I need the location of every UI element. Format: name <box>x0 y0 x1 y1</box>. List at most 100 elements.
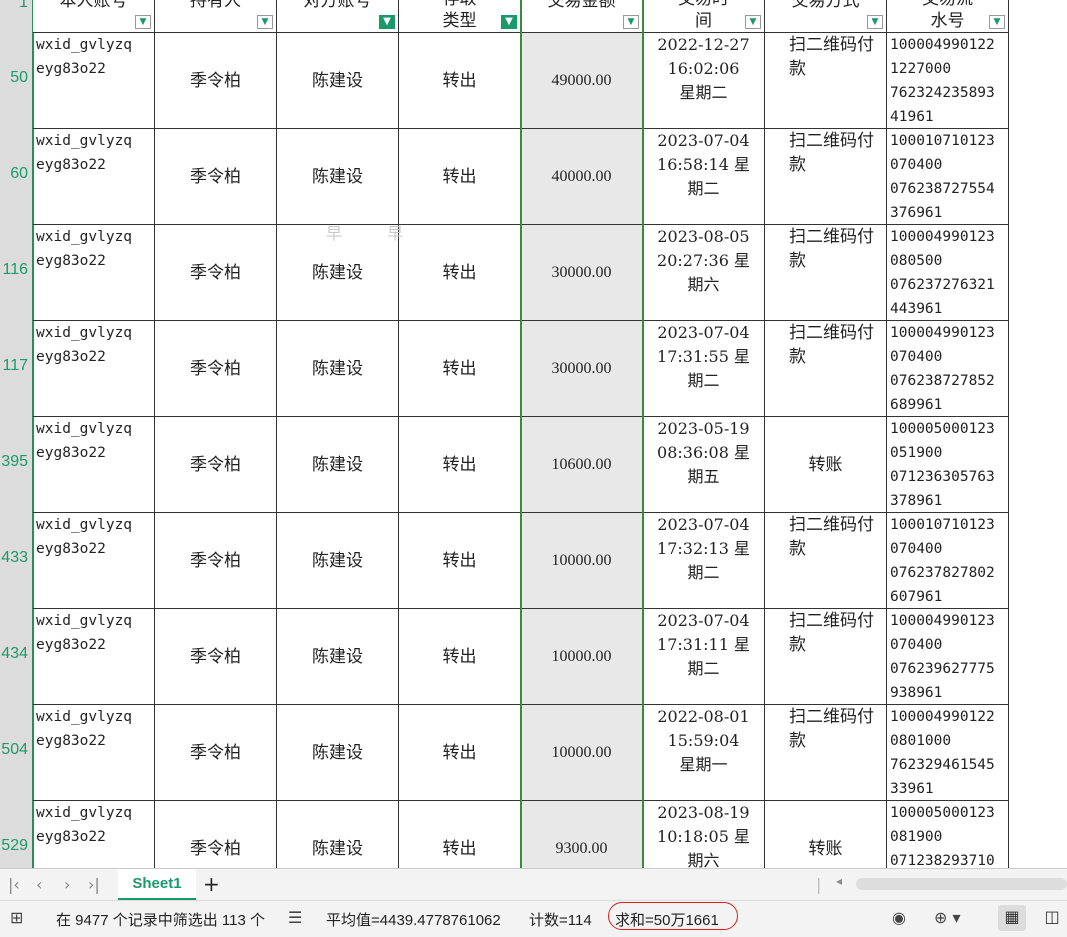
time-cell[interactable]: 2022-12-27 16:02:06 星期二 <box>643 33 765 129</box>
counterparty-cell[interactable]: 陈建设 <box>277 513 399 609</box>
page-layout-icon[interactable]: ◫ <box>1038 905 1066 931</box>
column-header-counterparty[interactable]: 对方账号 ▼ <box>277 0 399 33</box>
holder-cell[interactable]: 季令柏 <box>155 33 277 129</box>
horizontal-scrollbar[interactable] <box>856 878 1067 890</box>
holder-cell[interactable]: 季令柏 <box>155 801 277 868</box>
account-cell[interactable]: wxid_gvlyzq eyg83o22 <box>33 225 155 321</box>
method-cell[interactable]: 扫二维码付 款 <box>765 33 887 129</box>
counterparty-cell[interactable]: 陈建设 <box>277 321 399 417</box>
serial-cell[interactable]: 100004990122 1227000 762324235893 41961 <box>887 33 1009 129</box>
add-sheet-button[interactable]: + <box>203 872 220 896</box>
counterparty-cell[interactable]: 陈建设 <box>277 609 399 705</box>
filter-dropdown-icon[interactable]: ▼ <box>867 15 883 29</box>
time-cell[interactable]: 2023-08-05 20:27:36 星 期六 <box>643 225 765 321</box>
amount-cell[interactable]: 9300.00 <box>521 801 643 868</box>
serial-cell[interactable]: 100005000123 051900 071236305763 378961 <box>887 417 1009 513</box>
amount-cell[interactable]: 10000.00 <box>521 609 643 705</box>
counterparty-cell[interactable]: 陈建设 <box>277 705 399 801</box>
account-cell[interactable]: wxid_gvlyzq eyg83o22 <box>33 417 155 513</box>
row-number[interactable]: 395 <box>0 453 32 471</box>
type-cell[interactable]: 转出 <box>399 609 521 705</box>
time-cell[interactable]: 2023-07-04 17:31:55 星 期二 <box>643 321 765 417</box>
amount-cell[interactable]: 10600.00 <box>521 417 643 513</box>
method-cell[interactable]: 扫二维码付 款 <box>765 225 887 321</box>
time-cell[interactable]: 2023-07-04 17:31:11 星 期二 <box>643 609 765 705</box>
counterparty-cell[interactable]: 陈建设 <box>277 801 399 868</box>
serial-cell[interactable]: 100004990123 080500 076237276321 443961 <box>887 225 1009 321</box>
time-cell[interactable]: 2023-05-19 08:36:08 星 期五 <box>643 417 765 513</box>
row-number-header[interactable]: 1 <box>0 0 32 12</box>
counterparty-cell[interactable]: 陈建设 <box>277 33 399 129</box>
spreadsheet-grid[interactable]: 1 本人账号▼持有人▼对方账号▼存取 类型▼交易金额▼交易时 间▼交易方式▼交易… <box>0 0 1067 868</box>
normal-view-icon[interactable]: ▦ <box>998 905 1026 931</box>
method-cell[interactable]: 扫二维码付 款 <box>765 609 887 705</box>
holder-cell[interactable]: 季令柏 <box>155 609 277 705</box>
serial-cell[interactable]: 100004990122 0801000 762329461545 33961 <box>887 705 1009 801</box>
time-cell[interactable]: 2022-08-01 15:59:04 星期一 <box>643 705 765 801</box>
type-cell[interactable]: 转出 <box>399 129 521 225</box>
holder-cell[interactable]: 季令柏 <box>155 129 277 225</box>
amount-cell[interactable]: 30000.00 <box>521 321 643 417</box>
method-cell[interactable]: 扫二维码付 款 <box>765 513 887 609</box>
amount-cell[interactable]: 49000.00 <box>521 33 643 129</box>
method-cell[interactable]: 转账 <box>765 801 887 868</box>
type-cell[interactable]: 转出 <box>399 801 521 868</box>
row-number[interactable]: 60 <box>0 165 32 183</box>
column-header-time[interactable]: 交易时 间▼ <box>643 0 765 33</box>
method-cell[interactable]: 扫二维码付 款 <box>765 321 887 417</box>
sheet-tab-sheet1[interactable]: Sheet1 <box>118 869 196 900</box>
list-icon[interactable]: ☰ <box>288 908 302 927</box>
type-cell[interactable]: 转出 <box>399 705 521 801</box>
row-number[interactable]: 116 <box>0 261 32 279</box>
counterparty-cell[interactable]: 陈建设 <box>277 129 399 225</box>
column-header-account[interactable]: 本人账号 ▼ <box>33 0 155 33</box>
row-number[interactable]: 50 <box>0 69 32 87</box>
row-number[interactable]: 117 <box>0 357 32 375</box>
column-header-amount[interactable]: 交易金额 ▼ <box>521 0 643 33</box>
serial-cell[interactable]: 100005000123 081900 071238293710 <box>887 801 1009 868</box>
filter-dropdown-icon[interactable]: ▼ <box>135 15 151 29</box>
filter-active-icon[interactable]: ▼ <box>501 15 517 29</box>
filter-dropdown-icon[interactable]: ▼ <box>257 15 273 29</box>
account-cell[interactable]: wxid_gvlyzq eyg83o22 <box>33 33 155 129</box>
method-cell[interactable]: 扫二维码付 款 <box>765 129 887 225</box>
row-number[interactable]: 529 <box>0 837 32 855</box>
time-cell[interactable]: 2023-07-04 16:58:14 星 期二 <box>643 129 765 225</box>
prev-sheet-icon[interactable]: ‹ <box>36 875 42 894</box>
filter-active-icon[interactable]: ▼ <box>379 15 395 29</box>
type-cell[interactable]: 转出 <box>399 321 521 417</box>
filter-dropdown-icon[interactable]: ▼ <box>623 15 639 29</box>
row-number[interactable]: 504 <box>0 741 32 759</box>
serial-cell[interactable]: 100010710123 070400 076237827802 607961 <box>887 513 1009 609</box>
holder-cell[interactable]: 季令柏 <box>155 417 277 513</box>
time-cell[interactable]: 2023-07-04 17:32:13 星 期二 <box>643 513 765 609</box>
type-cell[interactable]: 转出 <box>399 513 521 609</box>
amount-cell[interactable]: 40000.00 <box>521 129 643 225</box>
holder-cell[interactable]: 季令柏 <box>155 513 277 609</box>
first-sheet-icon[interactable]: |‹ <box>8 875 20 894</box>
scroll-left-icon[interactable]: ◂ <box>836 874 842 888</box>
account-cell[interactable]: wxid_gvlyzq eyg83o22 <box>33 801 155 868</box>
column-header-method[interactable]: 交易方式 ▼ <box>765 0 887 33</box>
type-cell[interactable]: 转出 <box>399 33 521 129</box>
column-header-holder[interactable]: 持有人 ▼ <box>155 0 277 33</box>
next-sheet-icon[interactable]: › <box>64 875 70 894</box>
amount-cell[interactable]: 30000.00 <box>521 225 643 321</box>
column-header-type[interactable]: 存取 类型▼ <box>399 0 521 33</box>
row-number[interactable]: 433 <box>0 549 32 567</box>
filter-dropdown-icon[interactable]: ▼ <box>745 15 761 29</box>
account-cell[interactable]: wxid_gvlyzq eyg83o22 <box>33 705 155 801</box>
amount-cell[interactable]: 10000.00 <box>521 705 643 801</box>
amount-cell[interactable]: 10000.00 <box>521 513 643 609</box>
eye-icon[interactable]: ◉ <box>892 908 906 927</box>
serial-cell[interactable]: 100004990123 070400 076238727852 689961 <box>887 321 1009 417</box>
filter-status-icon[interactable]: ⊞ <box>10 908 23 927</box>
account-cell[interactable]: wxid_gvlyzq eyg83o22 <box>33 321 155 417</box>
holder-cell[interactable]: 季令柏 <box>155 705 277 801</box>
account-cell[interactable]: wxid_gvlyzq eyg83o22 <box>33 609 155 705</box>
filter-dropdown-icon[interactable]: ▼ <box>989 15 1005 29</box>
last-sheet-icon[interactable]: ›| <box>88 875 100 894</box>
account-cell[interactable]: wxid_gvlyzq eyg83o22 <box>33 129 155 225</box>
crosshair-icon[interactable]: ⊕ ▾ <box>934 908 961 927</box>
holder-cell[interactable]: 季令柏 <box>155 321 277 417</box>
